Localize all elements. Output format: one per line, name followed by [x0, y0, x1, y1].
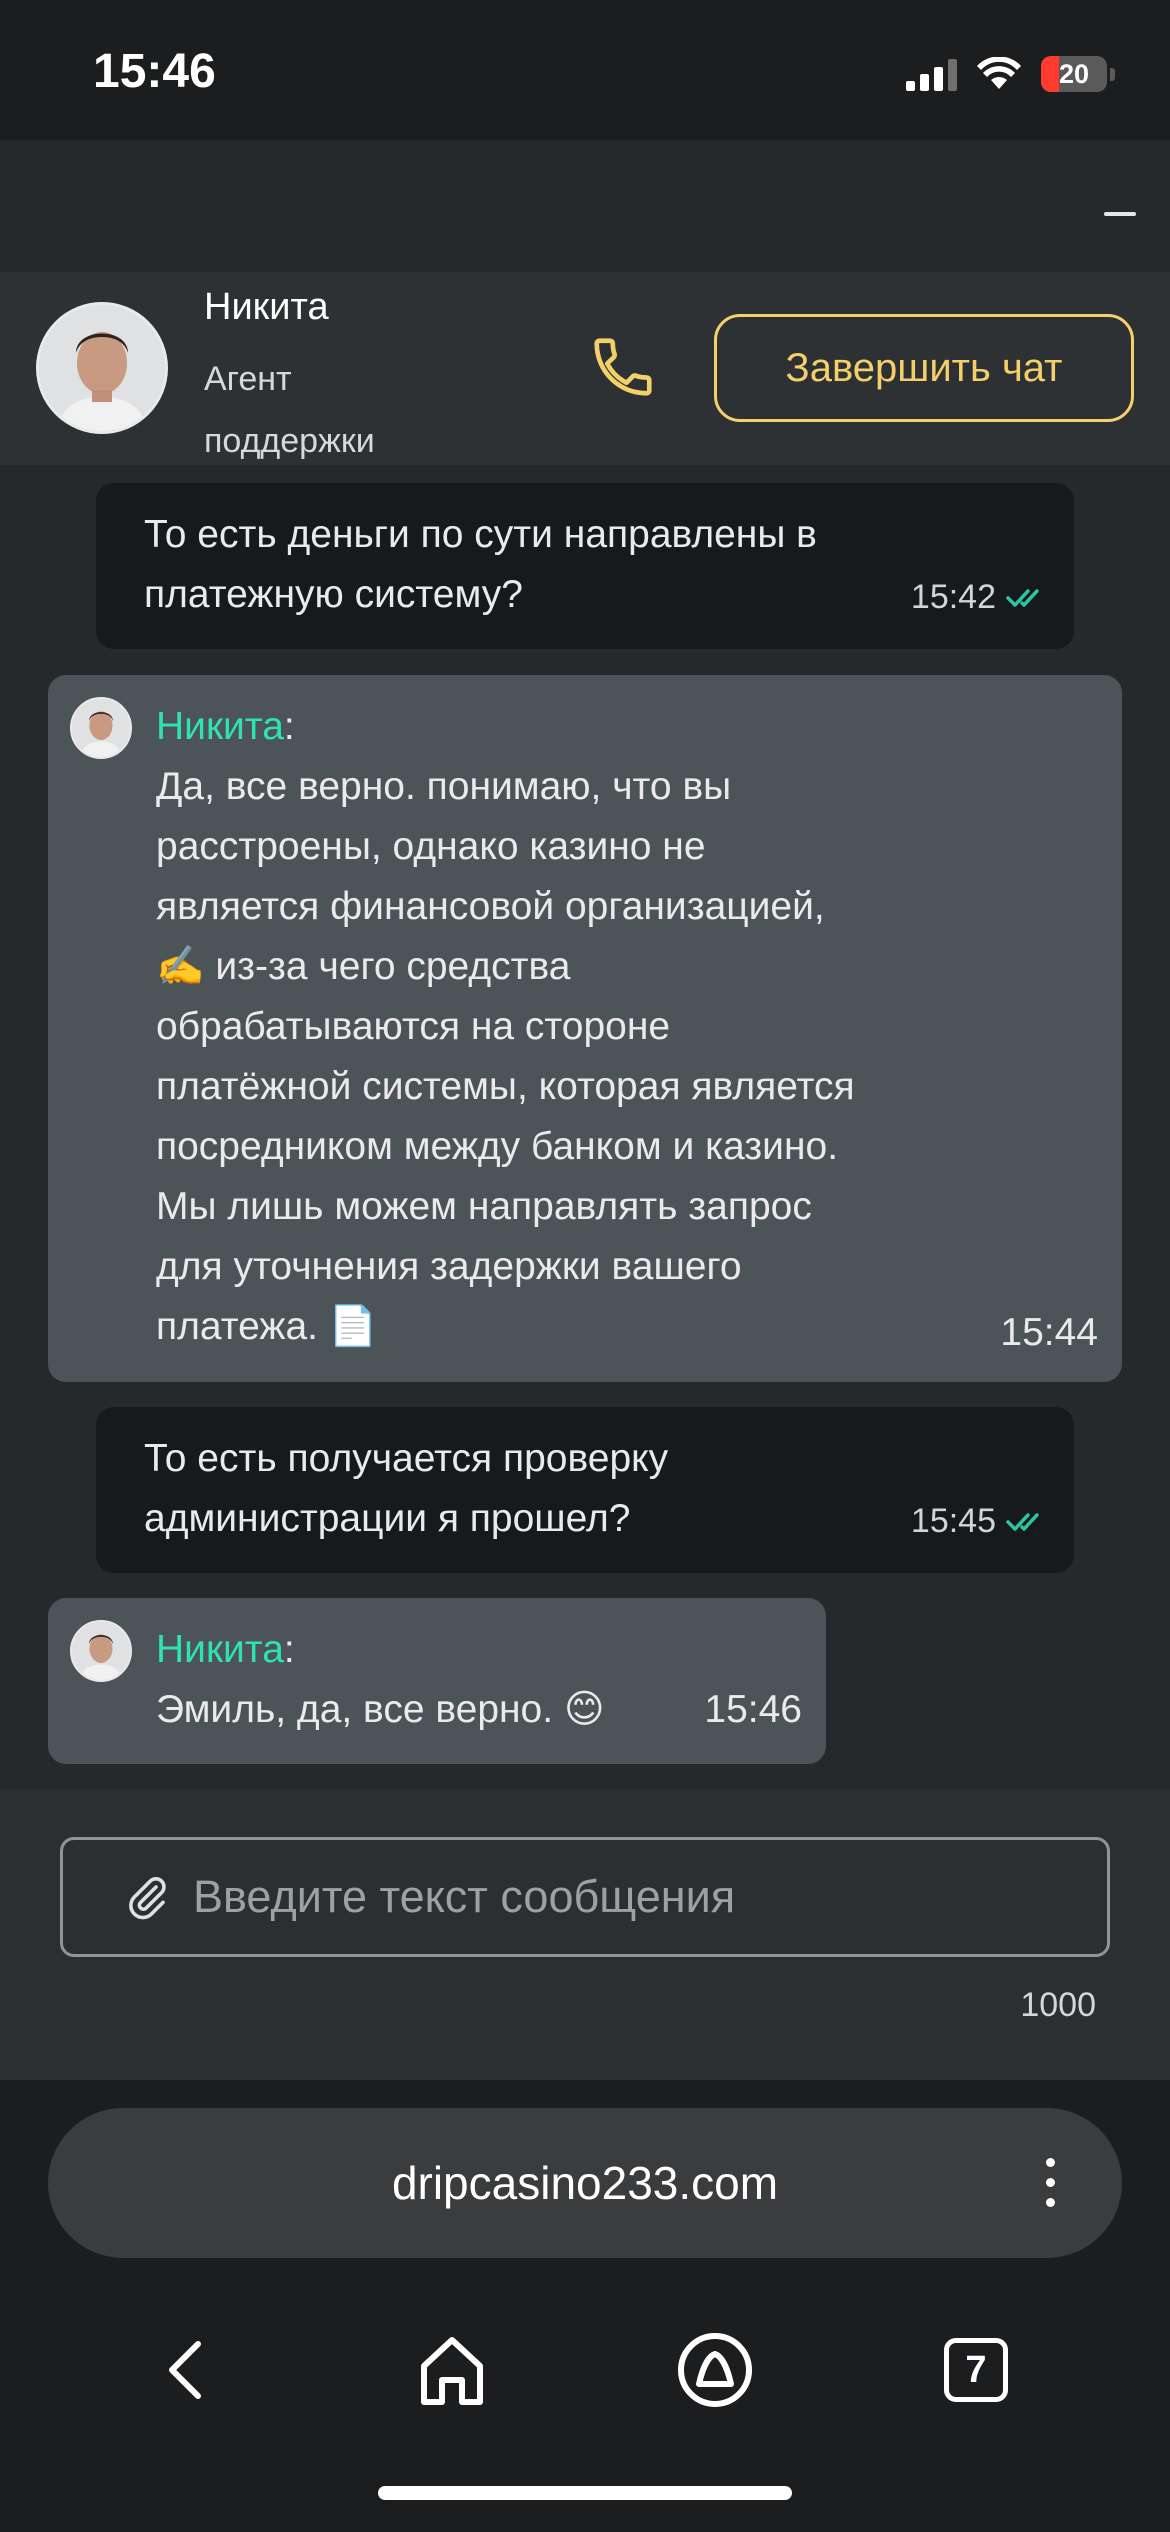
user-message: То есть деньги по сути направлены в плат…: [96, 483, 1074, 649]
address-bar[interactable]: dripcasino233.com: [48, 2108, 1122, 2258]
sender-name: Никита: [156, 705, 284, 748]
cellular-signal-icon: [906, 57, 957, 91]
agent-role: Агент поддержки: [204, 360, 375, 460]
message-input[interactable]: [193, 1860, 1073, 1934]
end-chat-button[interactable]: Завершить чат: [714, 314, 1134, 422]
status-icons: 20: [906, 52, 1115, 96]
back-icon[interactable]: [136, 2320, 236, 2420]
agent-header: Никита Агент поддержки Завершить чат: [0, 272, 1170, 465]
more-menu-icon[interactable]: [1046, 2158, 1056, 2208]
minimize-icon[interactable]: [1104, 212, 1136, 216]
message-text: Да, все верно. понимаю, что вы расстроен…: [156, 765, 855, 1348]
chat-top-panel: [0, 140, 1170, 272]
agent-avatar: [36, 302, 168, 434]
battery-level: 20: [1058, 59, 1090, 89]
status-time: 15:46: [93, 45, 216, 98]
phone-icon[interactable]: [588, 332, 658, 402]
message-text: То есть деньги по сути направлены в плат…: [144, 513, 817, 616]
browser-nav: 7: [0, 2320, 1170, 2440]
agent-name: Никита: [204, 286, 329, 328]
url-text: dripcasino233.com: [391, 2157, 779, 2209]
message-time: 15:45: [910, 1502, 996, 1540]
tab-count: 7: [944, 2338, 1008, 2402]
message-time: 15:44: [1000, 1311, 1098, 1354]
message-time: 15:42: [910, 578, 996, 616]
agent-avatar-small: [70, 697, 132, 759]
message-text: Эмиль, да, все верно. 😊: [156, 1688, 605, 1731]
message-input-box[interactable]: [60, 1837, 1110, 1957]
read-check-icon: [1006, 588, 1039, 607]
battery-icon: 20: [1041, 56, 1107, 92]
message-meta: 15:45: [911, 1502, 1050, 1541]
agent-message: Никита: Эмиль, да, все верно. 😊 15:46: [48, 1598, 826, 1764]
wifi-icon: [977, 57, 1021, 89]
home-indicator: [378, 2486, 792, 2500]
read-check-icon: [1006, 1512, 1039, 1531]
sender-label: Никита:: [156, 705, 295, 748]
sender-name: Никита: [156, 1628, 284, 1671]
sender-label: Никита:: [156, 1628, 295, 1671]
status-bar: 15:46 20: [0, 0, 1170, 140]
message-time: 15:46: [704, 1688, 802, 1731]
user-message: То есть получается проверку администраци…: [96, 1407, 1074, 1573]
message-list[interactable]: То есть деньги по сути направлены в плат…: [0, 465, 1170, 1790]
alice-assistant-icon[interactable]: [665, 2320, 765, 2420]
home-icon[interactable]: [402, 2320, 502, 2420]
message-composer: 1000: [0, 1790, 1170, 2080]
tabs-button[interactable]: 7: [926, 2320, 1026, 2420]
paperclip-icon[interactable]: [123, 1874, 171, 1922]
message-meta: 15:42: [911, 578, 1050, 617]
char-limit: 1000: [1020, 1986, 1096, 2024]
agent-avatar-small: [70, 1620, 132, 1682]
message-text: То есть получается проверку администраци…: [144, 1437, 669, 1540]
browser-toolbar: dripcasino233.com 7: [0, 2080, 1170, 2532]
agent-message: Никита: Да, все верно. понимаю, что вы р…: [48, 675, 1122, 1382]
